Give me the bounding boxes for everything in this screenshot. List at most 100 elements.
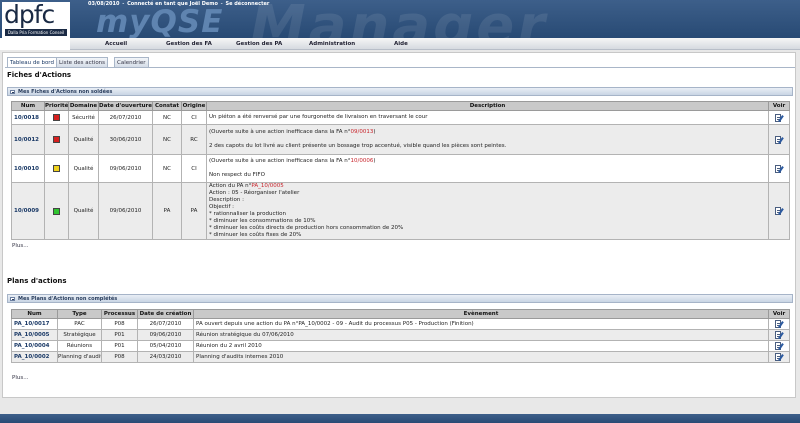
main-content: Tableau de bord Liste des actions Calend… [2, 52, 796, 398]
linked-reference[interactable]: 10/0006 [351, 158, 374, 164]
connected-user: Connecté en tant que Joël Demo [127, 1, 218, 7]
column-header: Description [206, 101, 769, 111]
description-text: * diminuer les coûts directs de producti… [209, 225, 404, 231]
description-line: 2 des capots du lot livré au client prés… [209, 143, 768, 150]
column-header: Origine [181, 101, 207, 111]
collapse-icon[interactable] [10, 297, 15, 301]
priority-cell [44, 110, 69, 125]
plan-number[interactable]: PA_10/0002 [11, 351, 58, 363]
fiches-panel-title: Mes Fiches d'Actions non soldées [18, 89, 113, 95]
priority-cell [44, 124, 69, 155]
priority-indicator [53, 114, 60, 121]
fiches-panel-header[interactable]: Mes Fiches d'Actions non soldées [7, 87, 793, 96]
cell-domaine: Qualité [68, 124, 99, 155]
dpfc-logo: dpfc Dalla Pria Formation Conseil [2, 0, 70, 40]
app-header: Manager myQSE 03/08/2010 - Connecté en t… [0, 0, 800, 38]
tab-tableau-de-bord[interactable]: Tableau de bord [7, 57, 57, 67]
column-header: Evènement [193, 309, 769, 319]
cell-constat: NC [152, 154, 182, 183]
plan-number[interactable]: PA_10/0004 [11, 340, 58, 352]
fiche-number[interactable]: 10/0012 [11, 124, 45, 155]
footer-bar [0, 414, 800, 423]
description-cell: Action du PA n°PA_10/0005 Action : 05 - R… [206, 182, 769, 240]
description-cell: (Ouverte suite à une action inefficace d… [206, 154, 769, 183]
view-cell [768, 318, 790, 330]
logout-link[interactable]: Se déconnecter [226, 1, 270, 7]
fiche-number[interactable]: 10/0010 [11, 154, 45, 183]
description-text: Action du PA n° [209, 183, 252, 190]
cell-origine: CI [181, 110, 207, 125]
column-header: Type [57, 309, 102, 319]
fiches-table: Num Priorité Domaine Date d'ouverture Consta… [11, 101, 790, 240]
cell-domaine: Qualité [68, 154, 99, 183]
tab-calendrier[interactable]: Calendrier [114, 57, 149, 67]
menu-administration[interactable]: Administration [309, 38, 355, 50]
cell-origine: PA [181, 182, 207, 240]
view-cell [768, 351, 790, 363]
priority-indicator [53, 207, 60, 215]
description-line: Description : [209, 197, 768, 204]
linked-reference[interactable]: PA_10/0005 [251, 184, 283, 190]
cell-date: 26/07/2010 [137, 318, 194, 330]
table-row: PA_10/0005 Stratégique P01 09/06/2010 Réunio… [11, 329, 790, 341]
plan-number[interactable]: PA_10/0017 [11, 318, 58, 330]
table-row: PA_10/0017 PAC P08 26/07/2010 PA ouvert depu… [11, 318, 790, 330]
logo-subtitle: Dalla Pria Formation Conseil [5, 29, 67, 36]
plans-more-link[interactable]: Plus... [12, 375, 28, 381]
cell-processus: P01 [101, 329, 138, 341]
fiches-section-title: Fiches d'Actions [7, 71, 72, 79]
column-header: Num [11, 309, 58, 319]
cell-processus: P08 [101, 318, 138, 330]
column-header: Date d'ouverture [98, 101, 153, 111]
menu-aide[interactable]: Aide [394, 38, 408, 50]
cell-date: 26/07/2010 [98, 110, 153, 125]
cell-date: 09/06/2010 [98, 154, 153, 183]
cell-date: 30/06/2010 [98, 124, 153, 155]
separator: - [220, 1, 223, 7]
plans-header-row: Num Type Processus Date de création Evènemen… [11, 309, 790, 319]
evenement-cell: Réunion du 2 avril 2010 [193, 340, 769, 352]
tab-liste-des-actions[interactable]: Liste des actions [56, 57, 109, 67]
fiches-more-link[interactable]: Plus... [12, 243, 28, 249]
description-text: 2 des capots du lot livré au client prés… [209, 143, 507, 149]
view-icon[interactable] [774, 113, 784, 122]
plans-panel-header[interactable]: Mes Plans d'Actions non complétés [7, 294, 793, 303]
column-header: Voir [768, 309, 790, 319]
evenement-cell: Réunion stratégique du 07/06/2010 [193, 329, 769, 341]
description-line: Non respect du FIFO [209, 172, 768, 179]
evenement-cell: Planning d'audits internes 2010 [193, 351, 769, 363]
description-text: (Ouverte suite à une action inefficace d… [209, 158, 351, 164]
view-icon[interactable] [774, 331, 784, 339]
menu-gestion-pa[interactable]: Gestion des PA [236, 38, 282, 50]
view-icon[interactable] [774, 320, 784, 328]
column-header: Domaine [68, 101, 99, 111]
table-row: PA_10/0004 Réunions P01 05/04/2010 Réunion d… [11, 340, 790, 352]
table-row: 10/0010 Qualité 09/06/2010 NC CI (Ouverte sui… [11, 154, 790, 183]
menu-gestion-fa[interactable]: Gestion des FA [166, 38, 212, 50]
view-cell [768, 182, 790, 240]
view-icon[interactable] [774, 342, 784, 350]
plan-number[interactable]: PA_10/0005 [11, 329, 58, 341]
collapse-icon[interactable] [10, 90, 15, 94]
view-icon[interactable] [774, 164, 784, 173]
table-row: 10/0009 Qualité 09/06/2010 PA PA Action du PA… [11, 182, 790, 240]
column-header: Priorité [44, 101, 69, 111]
view-icon[interactable] [774, 135, 784, 144]
cell-constat: PA [152, 182, 182, 240]
description-text: * diminuer les coûts fixes de 20% [209, 232, 302, 238]
view-icon[interactable] [774, 353, 784, 361]
linked-reference[interactable]: 09/0013 [351, 129, 374, 135]
view-cell [768, 124, 790, 155]
description-line: (Ouverte suite à une action inefficace d… [209, 158, 768, 165]
description-line: Action du PA n°PA_10/0005 [209, 183, 768, 191]
column-header: Num [11, 101, 45, 111]
fiche-number[interactable]: 10/0009 [11, 182, 45, 240]
user-info-bar: 03/08/2010 - Connecté en tant que Joël D… [88, 1, 269, 8]
column-header: Date de création [137, 309, 194, 319]
view-icon[interactable] [774, 207, 784, 215]
view-cell [768, 340, 790, 352]
fiche-number[interactable]: 10/0018 [11, 110, 45, 125]
column-header: Constat [152, 101, 182, 111]
menu-accueil[interactable]: Accueil [105, 38, 127, 50]
cell-domaine: Sécurité [68, 110, 99, 125]
